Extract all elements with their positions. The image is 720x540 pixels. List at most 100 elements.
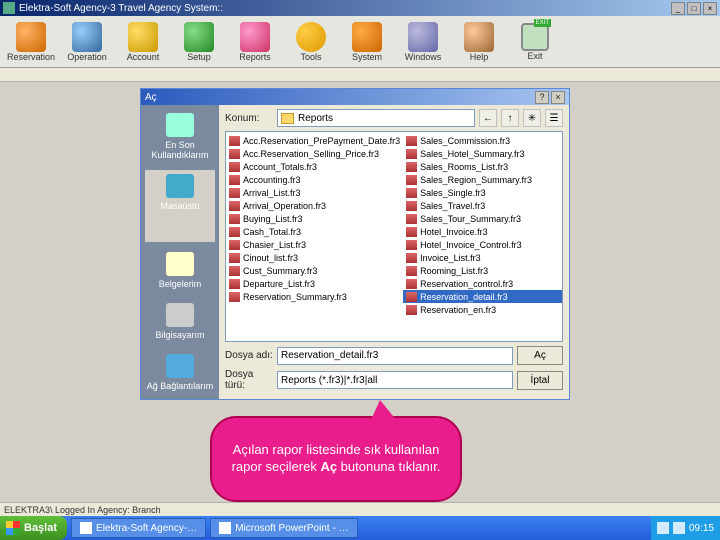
sub-menu-bar (0, 68, 720, 82)
file-name: Buying_List.fr3 (243, 214, 303, 224)
file-item[interactable]: Hotel_Invoice_Control.fr3 (403, 238, 562, 251)
file-item[interactable]: Cinout_list.fr3 (226, 251, 403, 264)
dialog-close-button[interactable]: × (551, 91, 565, 104)
toolbar-setup[interactable]: Setup (172, 22, 226, 62)
toolbar-reservation[interactable]: Reservation (4, 22, 58, 62)
report-file-icon (229, 279, 240, 289)
file-name: Accounting.fr3 (243, 175, 301, 185)
file-name: Acc.Reservation_Selling_Price.fr3 (243, 149, 379, 159)
maximize-button[interactable]: □ (687, 2, 701, 15)
app-titlebar: Elektra-Soft Agency-3 Travel Agency Syst… (0, 0, 720, 16)
dialog-help-button[interactable]: ? (535, 91, 549, 104)
file-name: Cash_Total.fr3 (243, 227, 301, 237)
file-item[interactable]: Sales_Rooms_List.fr3 (403, 160, 562, 173)
report-file-icon (229, 162, 240, 172)
file-name: Sales_Single.fr3 (420, 188, 486, 198)
file-item[interactable]: Invoice_List.fr3 (403, 251, 562, 264)
open-button[interactable]: Aç (517, 346, 563, 365)
file-item[interactable]: Accounting.fr3 (226, 173, 403, 186)
look-in-combo[interactable]: Reports (277, 109, 475, 127)
file-item[interactable]: Sales_Travel.fr3 (403, 199, 562, 212)
file-item[interactable]: Hotel_Invoice.fr3 (403, 225, 562, 238)
file-item[interactable]: Acc.Reservation_PrePayment_Date.fr3 (226, 134, 403, 147)
file-item[interactable]: Sales_Region_Summary.fr3 (403, 173, 562, 186)
report-file-icon (229, 253, 240, 263)
tools-icon (296, 22, 326, 52)
file-name: Reservation_detail.fr3 (420, 292, 508, 302)
toolbar-exit[interactable]: Exit (508, 23, 562, 61)
filename-input[interactable]: Reservation_detail.fr3 (277, 347, 513, 365)
system-icon (352, 22, 382, 52)
toolbar-reports[interactable]: Reports (228, 22, 282, 62)
file-item[interactable]: Acc.Reservation_Selling_Price.fr3 (226, 147, 403, 160)
file-item[interactable]: Arrival_List.fr3 (226, 186, 403, 199)
tray-icon[interactable] (657, 522, 669, 534)
toolbar-system[interactable]: System (340, 22, 394, 62)
file-item[interactable]: Chasier_List.fr3 (226, 238, 403, 251)
taskbar-task[interactable]: Elektra-Soft Agency-… (71, 518, 206, 538)
exit-icon (521, 23, 549, 51)
minimize-button[interactable]: _ (671, 2, 685, 15)
file-item[interactable]: Departure_List.fr3 (226, 277, 403, 290)
toolbar-windows[interactable]: Windows (396, 22, 450, 62)
file-item[interactable]: Reservation_en.fr3 (403, 303, 562, 316)
file-name: Chasier_List.fr3 (243, 240, 306, 250)
place-docs[interactable]: Belgelerim (145, 248, 215, 293)
file-list[interactable]: Acc.Reservation_PrePayment_Date.fr3 Acc.R… (225, 131, 563, 342)
comp-icon (166, 303, 194, 327)
toolbar-operation[interactable]: Operation (60, 22, 114, 62)
file-name: Sales_Rooms_List.fr3 (420, 162, 508, 172)
place-desktop[interactable]: Masaüstü (145, 170, 215, 242)
reports-icon (240, 22, 270, 52)
system-tray[interactable]: 09:15 (651, 516, 720, 540)
view-menu-button[interactable]: ☰ (545, 109, 563, 127)
place-fav[interactable]: Ağ Bağlantılarım (145, 350, 215, 395)
cancel-button[interactable]: İptal (517, 371, 563, 390)
tray-icon[interactable] (673, 522, 685, 534)
windows-taskbar: Başlat Elektra-Soft Agency-… Microsoft Po… (0, 516, 720, 540)
file-item[interactable]: Sales_Commission.fr3 (403, 134, 562, 147)
windows-icon (408, 22, 438, 52)
report-file-icon (406, 136, 417, 146)
place-recent[interactable]: En Son Kullandıklarım (145, 109, 215, 164)
up-button[interactable]: ↑ (501, 109, 519, 127)
file-name: Departure_List.fr3 (243, 279, 315, 289)
file-item[interactable]: Sales_Hotel_Summary.fr3 (403, 147, 562, 160)
file-name: Reservation_en.fr3 (420, 305, 496, 315)
file-item[interactable]: Reservation_Summary.fr3 (226, 290, 403, 303)
report-file-icon (229, 227, 240, 237)
report-file-icon (406, 253, 417, 263)
file-item[interactable]: Reservation_control.fr3 (403, 277, 562, 290)
taskbar-task[interactable]: Microsoft PowerPoint - … (210, 518, 357, 538)
file-item[interactable]: Sales_Tour_Summary.fr3 (403, 212, 562, 225)
file-item[interactable]: Account_Totals.fr3 (226, 160, 403, 173)
file-name: Reservation_Summary.fr3 (243, 292, 347, 302)
report-file-icon (229, 188, 240, 198)
file-item[interactable]: Cust_Summary.fr3 (226, 264, 403, 277)
toolbar-account[interactable]: Account (116, 22, 170, 62)
file-item[interactable]: Sales_Single.fr3 (403, 186, 562, 199)
file-item[interactable]: Buying_List.fr3 (226, 212, 403, 225)
place-comp[interactable]: Bilgisayarım (145, 299, 215, 344)
app-workspace: Aç ? × En Son Kullandıklarım Masaüstü Belg… (0, 82, 720, 512)
file-item[interactable]: Arrival_Operation.fr3 (226, 199, 403, 212)
filetype-combo[interactable]: Reports (*.fr3)|*.fr3|all (277, 371, 513, 389)
file-item[interactable]: Reservation_detail.fr3 (403, 290, 562, 303)
place-label: Belgelerim (145, 279, 215, 289)
new-folder-button[interactable]: ✳ (523, 109, 541, 127)
file-name: Hotel_Invoice_Control.fr3 (420, 240, 522, 250)
toolbar-label: System (352, 53, 382, 62)
close-button[interactable]: × (703, 2, 717, 15)
file-item[interactable]: Rooming_List.fr3 (403, 264, 562, 277)
toolbar-label: Reports (239, 53, 271, 62)
file-item[interactable]: Cash_Total.fr3 (226, 225, 403, 238)
dialog-titlebar: Aç ? × (141, 89, 569, 105)
toolbar-help[interactable]: Help (452, 22, 506, 62)
start-button[interactable]: Başlat (0, 516, 67, 540)
setup-icon (184, 22, 214, 52)
file-name: Invoice_List.fr3 (420, 253, 481, 263)
task-label: Microsoft PowerPoint - … (235, 523, 348, 534)
toolbar-tools[interactable]: Tools (284, 22, 338, 62)
back-button[interactable]: ← (479, 109, 497, 127)
report-file-icon (229, 240, 240, 250)
